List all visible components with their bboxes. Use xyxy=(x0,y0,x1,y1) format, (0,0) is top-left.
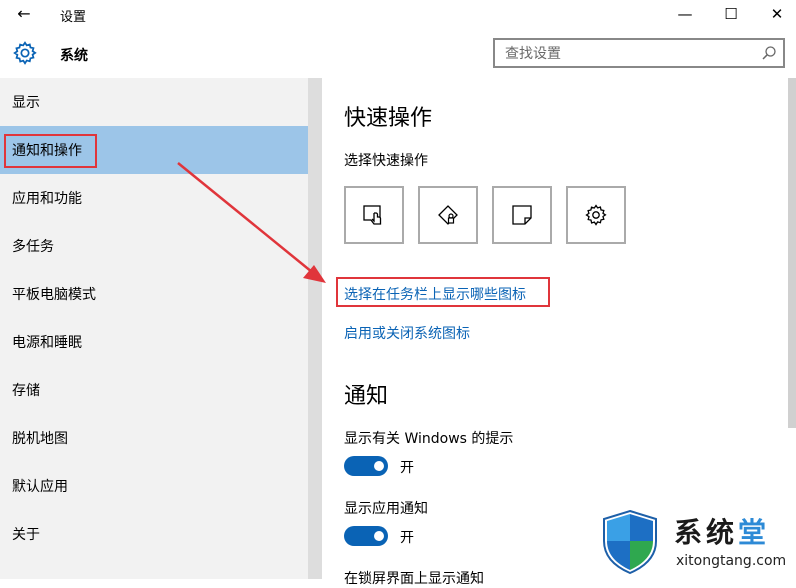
sidebar-item-apps-features[interactable]: 应用和功能 xyxy=(0,174,308,222)
sidebar-item-label: 显示 xyxy=(12,95,40,111)
watermark-logo: 系统堂 xitongtang.com xyxy=(594,505,796,579)
watermark-url: xitongtang.com xyxy=(676,553,787,569)
sidebar-item-display[interactable]: 显示 xyxy=(0,78,308,126)
page-header: 系统 xyxy=(0,30,796,78)
sidebar-item-storage[interactable]: 存储 xyxy=(0,366,308,414)
sidebar-item-label: 关于 xyxy=(12,527,40,543)
gear-icon xyxy=(13,41,37,65)
toggle-state-label: 开 xyxy=(400,460,414,476)
toggle-windows-tips[interactable] xyxy=(344,456,388,476)
shield-logo-icon xyxy=(603,509,657,575)
toggle-knob xyxy=(374,461,384,471)
toggle-state-label: 开 xyxy=(400,530,414,546)
watermark-brand-accent: 堂 xyxy=(738,516,771,549)
toggle-knob xyxy=(374,531,384,541)
notifications-heading: 通知 xyxy=(344,384,389,409)
maximize-button[interactable]: ☐ xyxy=(708,0,754,30)
link-system-icons[interactable]: 启用或关闭系统图标 xyxy=(344,323,470,343)
quick-actions-heading: 快速操作 xyxy=(344,106,433,131)
sidebar-scrollbar[interactable] xyxy=(308,78,322,579)
sidebar-item-label: 默认应用 xyxy=(12,479,68,495)
sidebar-item-label: 电源和睡眠 xyxy=(12,335,82,351)
title-bar: ← 设置 — ☐ ✕ xyxy=(0,0,796,30)
toggle-label-lock-screen: 在锁屏界面上显示通知 xyxy=(344,571,484,587)
quick-action-tile-tablet-mode[interactable] xyxy=(344,186,404,244)
highlight-box-link xyxy=(336,277,550,307)
toggle-label-windows-tips: 显示有关 Windows 的提示 xyxy=(344,431,514,447)
search-icon[interactable] xyxy=(761,45,777,61)
sidebar-item-tablet-mode[interactable]: 平板电脑模式 xyxy=(0,270,308,318)
quick-action-tile-note[interactable] xyxy=(492,186,552,244)
sidebar-item-offline-maps[interactable]: 脱机地图 xyxy=(0,414,308,462)
sidebar-item-power-sleep[interactable]: 电源和睡眠 xyxy=(0,318,308,366)
window-title: 设置 xyxy=(60,10,87,25)
section-title: 系统 xyxy=(60,48,88,64)
minimize-button[interactable]: — xyxy=(662,0,708,30)
highlight-box-sidebar xyxy=(4,134,97,168)
sidebar-item-about[interactable]: 关于 xyxy=(0,510,308,558)
watermark-brand-text: 系统 xyxy=(674,516,739,549)
quick-action-tile-settings[interactable] xyxy=(566,186,626,244)
main-content: 快速操作 选择快速操作 选择在任务栏上显示哪些图标 启用或关闭系统图标 通知 显… xyxy=(322,78,788,587)
main-scrollbar[interactable] xyxy=(788,78,796,428)
settings-gear-icon xyxy=(585,204,607,226)
back-arrow-icon[interactable]: ← xyxy=(14,4,34,24)
watermark-brand: 系统堂 xyxy=(674,511,770,551)
toggle-label-app-notifications: 显示应用通知 xyxy=(344,501,428,517)
sidebar-item-label: 存储 xyxy=(12,383,40,399)
location-icon xyxy=(438,205,458,225)
search-input[interactable] xyxy=(503,41,757,67)
note-icon xyxy=(512,205,532,225)
sidebar-item-label: 平板电脑模式 xyxy=(12,287,96,303)
sidebar-item-multitasking[interactable]: 多任务 xyxy=(0,222,308,270)
sidebar-item-label: 多任务 xyxy=(12,239,54,255)
close-button[interactable]: ✕ xyxy=(754,0,796,30)
sidebar-item-default-apps[interactable]: 默认应用 xyxy=(0,462,308,510)
quick-actions-subtitle: 选择快速操作 xyxy=(344,153,428,169)
search-box[interactable] xyxy=(493,38,785,68)
toggle-app-notifications[interactable] xyxy=(344,526,388,546)
sidebar-item-label: 应用和功能 xyxy=(12,191,82,207)
sidebar-item-label: 脱机地图 xyxy=(12,431,68,447)
tablet-mode-icon xyxy=(363,205,382,225)
quick-action-tile-location[interactable] xyxy=(418,186,478,244)
